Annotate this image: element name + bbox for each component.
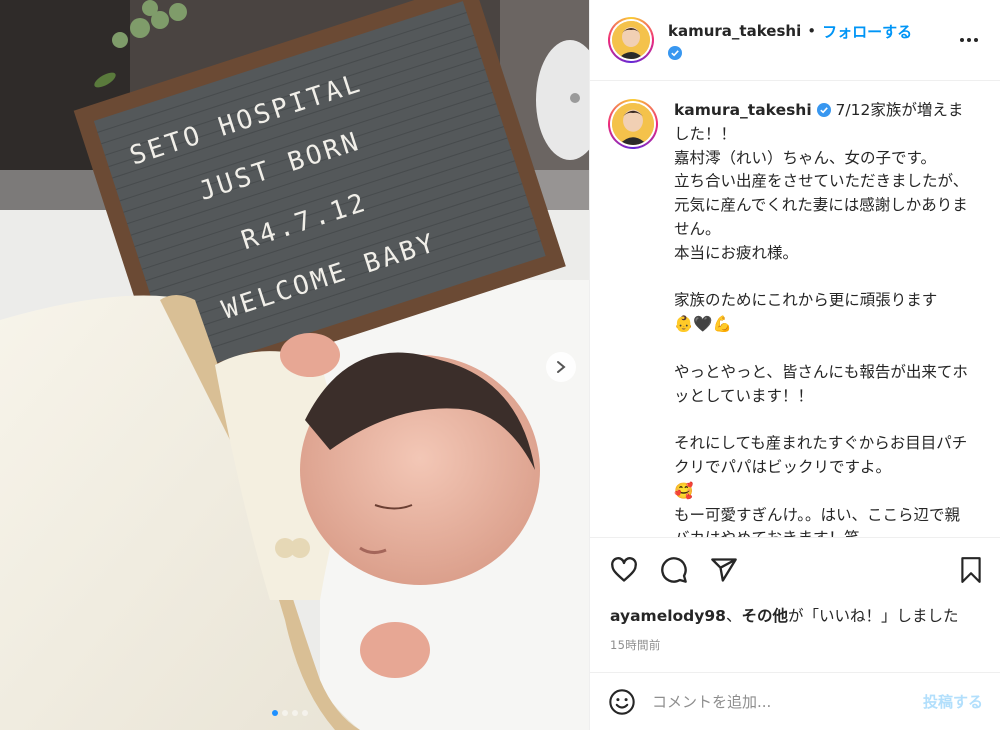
caption-body: kamura_takeshi 7/12家族が増えました！！ 嘉村澪（れい）ちゃん… bbox=[674, 99, 974, 537]
separator-dot: • bbox=[807, 22, 817, 40]
caption-paragraph: 🥰 bbox=[674, 481, 694, 500]
verified-badge-icon bbox=[668, 45, 682, 60]
caption-paragraph: それにしても産まれたすぐからお目目パチクリでパパはビックリですよ。 bbox=[674, 434, 968, 476]
caption-avatar[interactable] bbox=[608, 99, 658, 149]
likes-others-link[interactable]: その他 bbox=[741, 607, 788, 625]
post-header: kamura_takeshi • フォローする bbox=[590, 0, 1000, 81]
likes-user-link[interactable]: ayamelody98 bbox=[610, 607, 726, 625]
caption-paragraphs: 嘉村澪（れい）ちゃん、女の子です。立ち合い出産をさせていただきましたが、元気に産… bbox=[674, 147, 974, 537]
caption-paragraph: 家族のためにこれから更に頑張ります bbox=[674, 291, 938, 310]
comment-icon[interactable] bbox=[660, 556, 688, 584]
verified-badge-icon bbox=[816, 103, 831, 117]
avatar-illustration bbox=[612, 103, 654, 145]
chevron-right-icon bbox=[557, 361, 566, 373]
comment-bar: 投稿する bbox=[590, 672, 1000, 730]
action-bar bbox=[590, 537, 1000, 601]
caption-username[interactable]: kamura_takeshi bbox=[674, 101, 812, 119]
bookmark-icon[interactable] bbox=[958, 556, 984, 584]
likes-summary: ayamelody98、その他が「いいね！」しました bbox=[610, 604, 959, 626]
header-username[interactable]: kamura_takeshi bbox=[668, 22, 801, 40]
caption-paragraph: 👶🖤💪 bbox=[674, 315, 732, 334]
avatar-illustration bbox=[612, 21, 650, 59]
likes-comma: 、 bbox=[725, 607, 742, 625]
caption-paragraph: 立ち合い出産をさせていただきましたが、元気に産んでくれた妻には感謝しかありません… bbox=[674, 172, 969, 238]
carousel-dot bbox=[302, 710, 308, 716]
paper-plane-icon[interactable] bbox=[710, 556, 738, 584]
comment-input[interactable] bbox=[652, 692, 923, 711]
avatar-image bbox=[612, 103, 654, 145]
avatar-image bbox=[612, 21, 650, 59]
caption-paragraph: もー可愛すぎんけ。。はい、ここら辺で親バカはやめておきます！笑 bbox=[674, 505, 960, 537]
post-sidebar: kamura_takeshi • フォローする kamura_takeshi 7… bbox=[589, 0, 1000, 730]
post-caption: kamura_takeshi 7/12家族が増えました！！ 嘉村澪（れい）ちゃん… bbox=[590, 81, 1000, 537]
avatar[interactable] bbox=[608, 17, 654, 63]
ellipsis-icon[interactable] bbox=[958, 26, 980, 48]
carousel-dot bbox=[282, 710, 288, 716]
post-timestamp[interactable]: 15時間前 bbox=[610, 637, 661, 653]
heart-icon[interactable] bbox=[610, 556, 638, 584]
carousel-next-button[interactable] bbox=[546, 352, 576, 382]
carousel-dot bbox=[272, 710, 278, 716]
post-comment-button[interactable]: 投稿する bbox=[923, 691, 983, 712]
caption-paragraph: やっとやっと、皆さんにも報告が出来てホッとしています！！ bbox=[674, 362, 968, 405]
caption-paragraph: 本当にお疲れ様。 bbox=[674, 243, 799, 262]
carousel-dots bbox=[272, 710, 308, 716]
post-photo[interactable]: SETO HOSPITAL JUST BORN R4.7.12 WELCOME … bbox=[0, 0, 589, 730]
smiley-icon[interactable] bbox=[608, 688, 636, 716]
follow-button[interactable]: フォローする bbox=[822, 21, 912, 42]
caption-paragraph: 嘉村澪（れい）ちゃん、女の子です。 bbox=[674, 148, 936, 167]
likes-suffix: が「いいね！」しました bbox=[787, 607, 959, 625]
photo-illustration: SETO HOSPITAL JUST BORN R4.7.12 WELCOME … bbox=[0, 0, 589, 730]
carousel-dot bbox=[292, 710, 298, 716]
